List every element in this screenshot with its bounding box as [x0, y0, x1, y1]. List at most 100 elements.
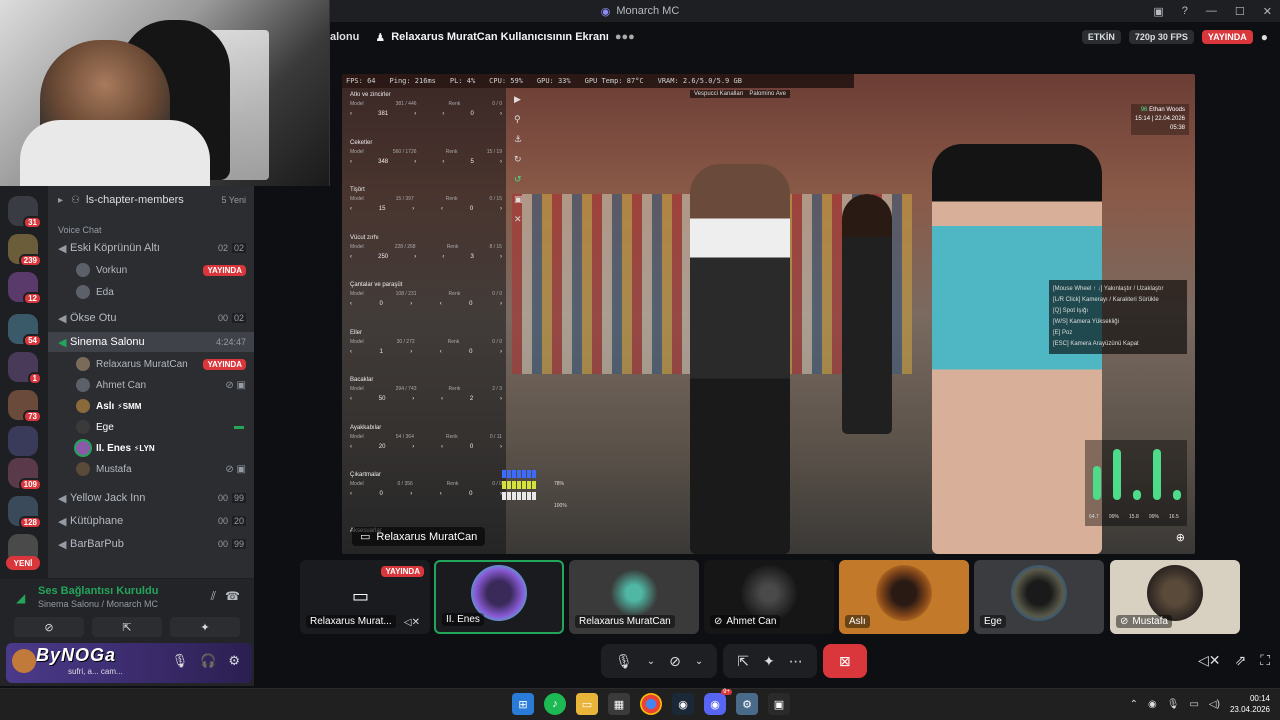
chevron-up-icon[interactable]: ⌃	[1130, 699, 1138, 710]
volume-icon[interactable]: ◁)	[1209, 699, 1220, 710]
help-icon[interactable]: ?	[1182, 5, 1188, 17]
voice-user[interactable]: II. Enes ⚡LYN	[76, 438, 254, 458]
clock[interactable]: 00:14 23.04.2026	[1230, 693, 1270, 715]
model-label: Model	[350, 338, 364, 345]
stream-video[interactable]: FPS: 64 Ping: 216ms PL: 4% CPU: 59% GPU:…	[342, 74, 1195, 554]
voice-channel-kutuphane[interactable]: ◀ Kütüphane 00 20	[48, 511, 254, 531]
disconnect-icon[interactable]: ☎	[225, 589, 240, 603]
participant-tile[interactable]: II. Enes	[434, 560, 564, 634]
server-icon[interactable]: 109	[8, 458, 42, 491]
clothing-category: Tişört Model 15 / 397 Renk 0 / 15 ‹ 15 › ‹ 0 ›	[350, 187, 506, 233]
participant-tile[interactable]: ⌄ ⚇ ⊘Ahmet Can	[704, 560, 834, 634]
renk-label: Renk	[445, 196, 458, 202]
chrome-icon[interactable]	[640, 693, 662, 715]
voice-channel-yellow[interactable]: ◀ Yellow Jack Inn 00 99	[48, 488, 254, 508]
voice-user[interactable]: Ahmet Can ⊘ ▣	[76, 375, 254, 395]
server-icon[interactable]: 12	[8, 272, 42, 305]
mic-icon[interactable]: 🎙	[172, 653, 189, 669]
folder-icon[interactable]: ▭	[576, 693, 598, 715]
voice-user[interactable]: Mustafa ⊘ ▣	[76, 459, 254, 479]
store-icon[interactable]: ▦	[608, 693, 630, 715]
thread-row[interactable]: ▸ ⚇ ls-chapter-members 5 Yeni	[48, 190, 254, 210]
voice-channel-eski[interactable]: ◀ Eski Köprünün Altı 02 02	[48, 238, 254, 258]
system-tray: ⌃ ◉ 🎙 ▭ ◁) 00:14 23.04.2026	[1130, 693, 1270, 715]
activities-icon[interactable]: ✦	[763, 653, 775, 670]
voice-channel-okse[interactable]: ◀ Ökse Otu 00 02	[48, 308, 254, 328]
renk-value: 0	[469, 301, 473, 307]
participant-tile[interactable]: YAYINDA ▭ Relaxarus Murat... ◁✕	[300, 560, 430, 634]
maximize-button[interactable]: ☐	[1235, 5, 1245, 18]
voice-user[interactable]: Vorkun YAYINDA	[76, 260, 254, 280]
user-tag: LYN	[139, 443, 155, 453]
close-icon: ✕	[514, 214, 522, 224]
fullscreen-icon[interactable]: ⛶	[1260, 652, 1270, 669]
discord-icon[interactable]: ◉ 9+	[704, 689, 732, 715]
tile-name: Relaxarus MuratCan	[575, 615, 675, 628]
steam-tray-icon[interactable]: ◉	[1148, 699, 1157, 710]
start-icon[interactable]: ⊞	[512, 693, 534, 715]
close-button[interactable]: ✕	[1263, 5, 1272, 18]
active-pill: ETKİN	[1081, 30, 1121, 44]
new-servers-badge[interactable]: YENİ	[6, 556, 40, 570]
mic-icon[interactable]: 🎙	[615, 653, 633, 670]
participant-tile[interactable]: ⊘ Mustafa	[1110, 560, 1240, 634]
volume-mute-icon[interactable]: ◁✕	[1198, 652, 1221, 669]
end-stream-button[interactable]: ⊠	[822, 644, 867, 678]
camera-off-icon[interactable]: ⊘	[669, 653, 681, 670]
gear-icon[interactable]: ⚙	[228, 653, 240, 669]
voice-substatus[interactable]: Sinema Salonu / Monarch MC	[38, 599, 158, 609]
activities-button[interactable]: ✦	[170, 617, 240, 637]
category-voice-chat[interactable]: Voice Chat	[48, 220, 254, 240]
participant-tile[interactable]: Relaxarus MuratCan	[569, 560, 699, 634]
prev-arrow: ‹	[350, 491, 352, 497]
steam-icon[interactable]: ◉	[672, 693, 694, 715]
app-icon[interactable]: ▣	[768, 693, 790, 715]
server-icon[interactable]	[8, 426, 38, 456]
inbox-icon[interactable]: ▣	[1153, 5, 1163, 18]
screen-share-button[interactable]: ⇱	[92, 617, 162, 637]
server-icon[interactable]: 1	[8, 352, 42, 385]
user-avatar[interactable]	[12, 649, 36, 673]
zoom-icon[interactable]: ⊕	[1176, 531, 1185, 544]
screen-share-icon: ⇱	[122, 621, 132, 634]
voice-connection-panel: ◢ Ses Bağlantısı Kuruldu Sinema Salonu /…	[0, 578, 254, 686]
game-launcher-icon[interactable]: ⚙	[736, 693, 758, 715]
voice-channel-name: Kütüphane	[70, 515, 124, 527]
server-icon[interactable]: 239	[8, 234, 42, 267]
network-icon[interactable]: ▭	[1189, 699, 1198, 710]
spotify-icon[interactable]: ♪	[544, 693, 566, 715]
minimize-button[interactable]: —	[1206, 5, 1217, 17]
model-count: 0 / 356	[397, 481, 413, 487]
participant-tile[interactable]: Ege	[974, 560, 1104, 634]
voice-channel-barbarpub[interactable]: ◀ BarBarPub 00 99	[48, 534, 254, 554]
undo-icon: ↺	[514, 174, 522, 184]
server-icon[interactable]: 128	[8, 496, 42, 529]
hud-name: Ethan Woods	[1149, 107, 1185, 113]
voice-channel-sinema[interactable]: ◀ Sinema Salonu 4:24:47	[48, 332, 254, 352]
participant-tile[interactable]: Aslı	[839, 560, 969, 634]
end-stream-icon: ⊠	[838, 652, 851, 669]
server-icon[interactable]: 73	[8, 390, 42, 423]
chevron-down-icon[interactable]: ⌄	[695, 656, 703, 667]
chevron-down-icon[interactable]: ⌄	[647, 656, 655, 667]
voice-user[interactable]: Eda	[76, 282, 254, 302]
discord-icon: ◉	[600, 5, 611, 18]
clothing-category: Ceketler Model 560 / 1726 Renk 15 / 19 ‹ 348 › ‹…	[350, 140, 506, 186]
voice-user[interactable]: Ege	[76, 417, 254, 437]
voice-user[interactable]: Relaxarus MuratCan YAYINDA	[76, 354, 254, 374]
user-panel: ByNOGa sufri, a... cam... 🎙 🎧 ⚙	[6, 643, 252, 683]
server-icon[interactable]: 31	[8, 196, 42, 229]
chat-bubble-icon[interactable]: ●	[1261, 30, 1268, 44]
headphones-icon[interactable]: 🎧	[200, 653, 216, 669]
renk-count: 2 / 3	[492, 386, 502, 392]
mic-tray-icon[interactable]: 🎙	[1167, 699, 1180, 710]
more-icon[interactable]: ⋯	[789, 653, 803, 670]
noise-suppression-icon[interactable]: ⫽	[211, 589, 216, 604]
popout-icon[interactable]: ⇗	[1234, 652, 1246, 669]
user-name: Mustafa	[96, 463, 132, 475]
anchor-icon: ⚓	[514, 134, 523, 144]
camera-off-button[interactable]: ⊘	[14, 617, 84, 637]
voice-user[interactable]: Aslı ⚡SMM	[76, 396, 254, 416]
screen-share-icon[interactable]: ⇱	[737, 653, 749, 670]
server-icon[interactable]: 54	[8, 314, 42, 347]
